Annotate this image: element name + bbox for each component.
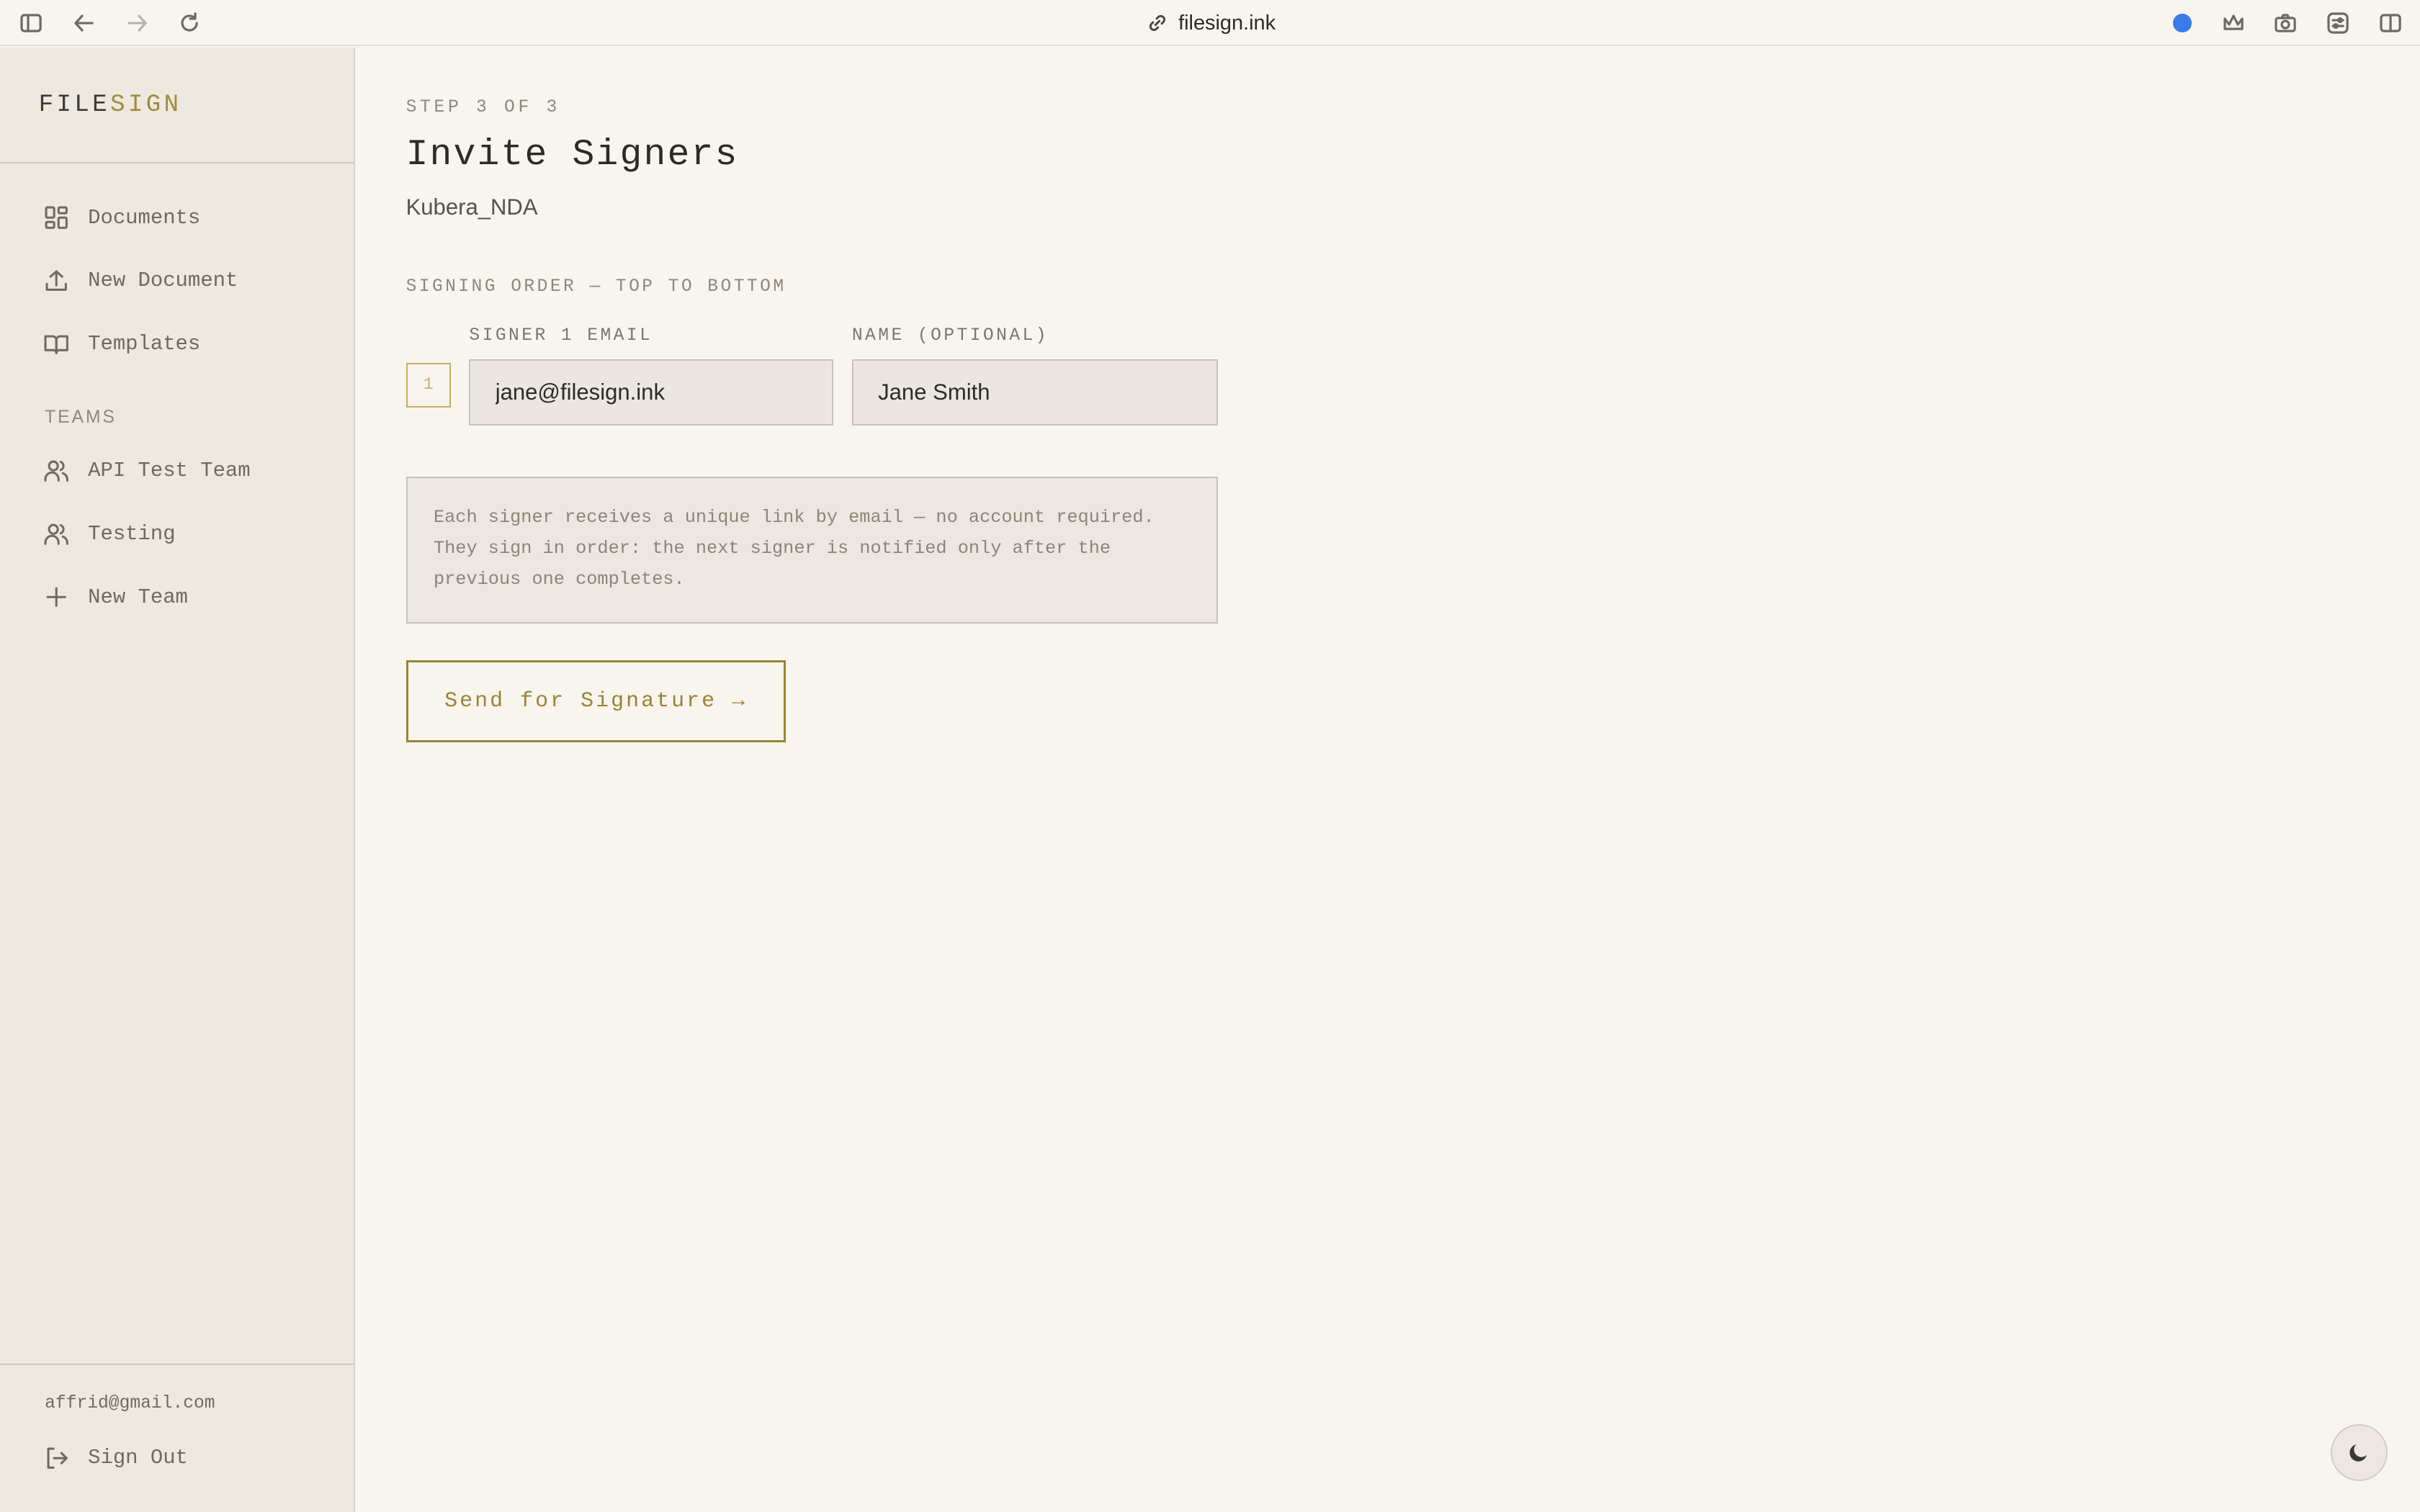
book-icon (44, 335, 68, 354)
sign-out-icon (47, 1447, 68, 1469)
sidebar-item-new-team[interactable]: New Team (43, 579, 188, 616)
plus-icon (46, 587, 66, 607)
sidebar-divider (0, 161, 354, 164)
theme-toggle-button[interactable] (2330, 1423, 2388, 1482)
signer-name-label: NAME (OPTIONAL) (851, 325, 1049, 346)
document-name: Kubera_NDA (405, 194, 538, 220)
teams-section-label: TEAMS (45, 407, 117, 427)
sidebar-item-label: API Test Team (88, 459, 251, 483)
sign-out-label: Sign Out (88, 1446, 188, 1470)
extension-icon[interactable] (2219, 9, 2247, 37)
user-email: affrid@gmail.com (45, 1392, 215, 1413)
logo-part-file: FILE (38, 91, 110, 120)
sidebar-item-documents[interactable]: Documents (43, 199, 200, 235)
reload-icon[interactable] (176, 9, 204, 37)
url-text: filesign.ink (1178, 11, 1276, 35)
users-icon (44, 523, 68, 546)
sidebar-item-label: Templates (88, 332, 201, 356)
signer-name-input[interactable] (851, 359, 1218, 426)
app-logo[interactable]: FILESIGN (39, 91, 182, 119)
sidebar-item-label: New Document (88, 269, 238, 293)
back-arrow-icon[interactable] (69, 9, 97, 37)
sign-out-button[interactable]: Sign Out (43, 1439, 188, 1476)
sidebar: FILESIGN Documents New Document Template… (0, 48, 355, 1512)
settings-sliders-icon[interactable] (2324, 9, 2352, 37)
camera-icon[interactable] (2272, 9, 2300, 37)
signer-email-input[interactable] (469, 359, 834, 426)
sidebar-toggle-icon[interactable] (17, 9, 45, 37)
signing-order-label: SIGNING ORDER — TOP TO BOTTOM (405, 276, 786, 297)
logo-part-sign: SIGN (109, 91, 182, 120)
sidebar-item-api-test-team[interactable]: API Test Team (43, 452, 251, 489)
upload-icon (45, 270, 67, 291)
address-bar[interactable]: filesign.ink (1080, 0, 1343, 46)
info-notice: Each signer receives a unique link by em… (405, 477, 1218, 624)
sidebar-divider (0, 1364, 354, 1366)
sidebar-item-templates[interactable]: Templates (43, 325, 200, 362)
sidebar-item-label: New Team (88, 585, 188, 609)
signer-email-label: SIGNER 1 EMAIL (469, 325, 653, 346)
users-icon (44, 460, 68, 482)
forward-arrow-icon[interactable] (123, 9, 151, 37)
link-icon (1150, 15, 1166, 32)
sidebar-item-label: Testing (88, 521, 176, 546)
step-indicator: STEP 3 OF 3 (405, 97, 560, 117)
sidebar-item-new-document[interactable]: New Document (43, 262, 238, 299)
sidebar-item-label: Documents (88, 205, 201, 230)
page-title: Invite Signers (405, 134, 739, 176)
grid-icon (45, 206, 68, 229)
signer-order-badge: 1 (405, 362, 451, 408)
recording-dot-icon[interactable] (2173, 14, 2192, 32)
split-view-icon[interactable] (2377, 9, 2405, 37)
moon-icon (2349, 1444, 2367, 1462)
browser-toolbar: filesign.ink (0, 0, 2420, 47)
send-for-signature-button[interactable]: Send for Signature → (405, 660, 786, 742)
sidebar-item-testing[interactable]: Testing (43, 516, 176, 552)
